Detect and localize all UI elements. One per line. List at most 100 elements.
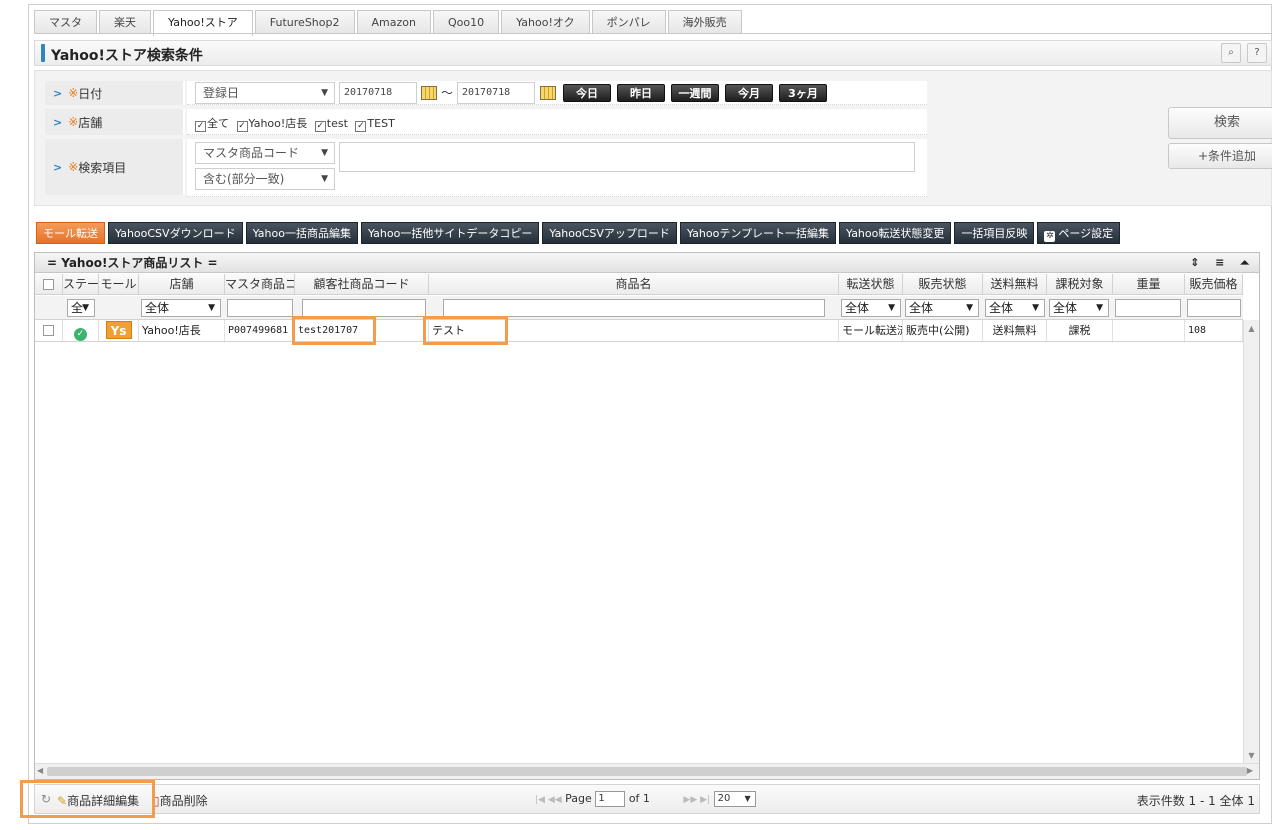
highlight-product-name xyxy=(423,316,508,345)
today-button[interactable]: 今日 xyxy=(563,84,611,102)
zoom-icon[interactable]: ⌕ xyxy=(1221,43,1241,63)
match-type-value: 含む(部分一致) xyxy=(203,172,285,186)
store-checkbox-test-upper[interactable]: ✓ TEST xyxy=(355,117,395,132)
date-type-select[interactable]: 登録日 ▼ xyxy=(195,82,335,104)
page-settings-label: ページ設定 xyxy=(1058,227,1114,240)
store-checkbox-yahoo-tencho[interactable]: ✓ Yahoo!店長 xyxy=(236,117,307,132)
template-edit-button[interactable]: Yahooテンプレート一括編集 xyxy=(679,222,836,244)
csv-upload-button[interactable]: YahooCSVアップロード xyxy=(542,222,677,244)
master-code-filter[interactable] xyxy=(227,299,293,317)
page-total-label: of 1 xyxy=(628,792,650,805)
sale-filter-select[interactable]: 全体 ▼ xyxy=(905,299,979,317)
store-filter-select[interactable]: 全体 ▼ xyxy=(141,299,221,317)
grid-controls-icon[interactable]: ⇕ ≡ ⏶ xyxy=(1190,253,1255,273)
store-checkbox-all[interactable]: ✓ 全て xyxy=(195,117,229,132)
bulk-copy-button[interactable]: Yahoo一括他サイトデータコピー xyxy=(360,222,540,244)
yahoo-store-badge: Ys xyxy=(105,321,132,339)
chevron-down-icon: ▼ xyxy=(82,303,89,313)
search-item-label-text: 検索項目 xyxy=(78,160,127,175)
shipping-filter-select[interactable]: 全体 ▼ xyxy=(985,299,1045,317)
tab-master[interactable]: マスタ xyxy=(34,10,97,34)
calendar-icon[interactable] xyxy=(540,86,556,100)
highlight-customer-code xyxy=(292,316,376,345)
row-transfer-cell: モール転送済 xyxy=(839,320,903,341)
search-field-select[interactable]: マスタ商品コード ▼ xyxy=(195,142,335,164)
chevron-down-icon: ▼ xyxy=(1032,303,1039,313)
first-page-icon[interactable]: |◀ ◀◀ xyxy=(535,795,562,805)
store-all-label: 全て xyxy=(207,117,229,130)
store-checkbox-test[interactable]: ✓ test xyxy=(314,117,348,132)
tab-amazon[interactable]: Amazon xyxy=(356,10,431,34)
vertical-scrollbar[interactable]: ▲ ▼ xyxy=(1243,320,1259,764)
help-icon[interactable]: ? xyxy=(1247,43,1267,63)
checkbox[interactable] xyxy=(43,279,54,290)
tab-ponpare[interactable]: ポンパレ xyxy=(591,10,666,34)
col-product-name[interactable]: 商品名 xyxy=(429,274,839,295)
col-transfer-status[interactable]: 転送状態 xyxy=(839,274,903,295)
tab-qoo10[interactable]: Qoo10 xyxy=(432,10,500,34)
product-name-filter[interactable] xyxy=(443,299,825,317)
grid-title-marks: = xyxy=(207,256,218,270)
chevron-down-icon: ▼ xyxy=(321,88,328,98)
bulk-edit-button[interactable]: Yahoo一括商品編集 xyxy=(245,222,358,244)
col-status[interactable]: ステー xyxy=(63,274,99,295)
three-months-button[interactable]: 3ヶ月 xyxy=(779,84,827,102)
col-mall[interactable]: モール xyxy=(99,274,139,295)
customer-code-filter[interactable] xyxy=(302,299,426,317)
tab-futureshop2[interactable]: FutureShop2 xyxy=(254,10,355,34)
one-week-button[interactable]: 一週間 xyxy=(671,84,719,102)
shipping-filter-value: 全体 xyxy=(989,301,1014,315)
table-row[interactable]: ✓ Ys Yahoo!店長 P007499681 test201707 テスト … xyxy=(35,320,1243,342)
col-taxable[interactable]: 課税対象 xyxy=(1047,274,1113,295)
mall-tabs: マスタ 楽天 Yahoo!ストア FutureShop2 Amazon Qoo1… xyxy=(34,10,744,36)
col-free-shipping[interactable]: 送料無料 xyxy=(983,274,1047,295)
transfer-status-button[interactable]: Yahoo転送状態変更 xyxy=(838,222,952,244)
date-field-area: 登録日 ▼ 20170718 ～ 20170718 今日 昨日 一週間 今月 3ヶ… xyxy=(187,81,927,105)
date-to-input[interactable]: 20170718 xyxy=(457,82,535,104)
date-range-tilde: ～ xyxy=(441,86,454,100)
this-month-button[interactable]: 今月 xyxy=(725,84,773,102)
keyword-textarea[interactable] xyxy=(339,142,915,172)
tax-filter-select[interactable]: 全体 ▼ xyxy=(1049,299,1109,317)
horizontal-scrollbar[interactable]: ◀ ▶ xyxy=(35,763,1259,779)
col-weight[interactable]: 重量 xyxy=(1113,274,1185,295)
bulk-apply-button[interactable]: 一括項目反映 xyxy=(954,222,1035,244)
col-sale-status[interactable]: 販売状態 xyxy=(903,274,983,295)
calendar-icon[interactable] xyxy=(421,86,437,100)
add-condition-button[interactable]: +条件追加 xyxy=(1168,143,1272,169)
mall-transfer-button[interactable]: モール転送 xyxy=(36,222,105,244)
col-price[interactable]: 販売価格 xyxy=(1185,274,1243,295)
yesterday-button[interactable]: 昨日 xyxy=(617,84,665,102)
csv-download-button[interactable]: YahooCSVダウンロード xyxy=(108,222,243,244)
page-size-select[interactable]: 20 ▼ xyxy=(713,791,756,807)
scroll-up-icon[interactable]: ▲ xyxy=(1244,324,1259,333)
page-settings-button[interactable]: ✲ ページ設定 xyxy=(1037,222,1121,244)
row-store-cell: Yahoo!店長 xyxy=(139,320,225,341)
delete-product-label: 商品削除 xyxy=(159,794,208,808)
select-all-header[interactable] xyxy=(35,274,63,295)
horizontal-scroll-thumb[interactable] xyxy=(47,767,1247,776)
scroll-left-icon[interactable]: ◀ xyxy=(37,766,43,775)
page-number-input[interactable]: 1 xyxy=(595,791,626,807)
tab-rakuten[interactable]: 楽天 xyxy=(99,10,151,34)
delete-product-button[interactable]: ▯商品削除 xyxy=(153,792,208,809)
tab-yahoo-auction[interactable]: Yahoo!オク xyxy=(501,10,590,34)
transfer-filter-select[interactable]: 全体 ▼ xyxy=(841,299,901,317)
col-master-code[interactable]: マスタ商品コ xyxy=(225,274,295,295)
match-type-select[interactable]: 含む(部分一致) ▼ xyxy=(195,168,335,190)
store-test-label: test xyxy=(326,117,348,130)
row-checkbox-cell[interactable] xyxy=(35,320,63,341)
tab-overseas[interactable]: 海外販売 xyxy=(667,10,742,34)
next-page-icon[interactable]: ▶▶ ▶| xyxy=(683,795,710,805)
price-filter[interactable] xyxy=(1187,299,1241,317)
scroll-down-icon[interactable]: ▼ xyxy=(1244,751,1259,760)
search-button[interactable]: 検索 xyxy=(1168,107,1272,139)
weight-filter[interactable] xyxy=(1115,299,1181,317)
status-filter-select[interactable]: 全 ▼ xyxy=(67,299,95,317)
checkbox[interactable] xyxy=(43,325,54,336)
date-from-input[interactable]: 20170718 xyxy=(339,82,417,104)
col-customer-code[interactable]: 顧客社商品コード xyxy=(295,274,429,295)
col-store[interactable]: 店舗 xyxy=(139,274,225,295)
scroll-right-icon[interactable]: ▶ xyxy=(1247,766,1253,775)
store-test-upper-label: TEST xyxy=(367,117,395,130)
